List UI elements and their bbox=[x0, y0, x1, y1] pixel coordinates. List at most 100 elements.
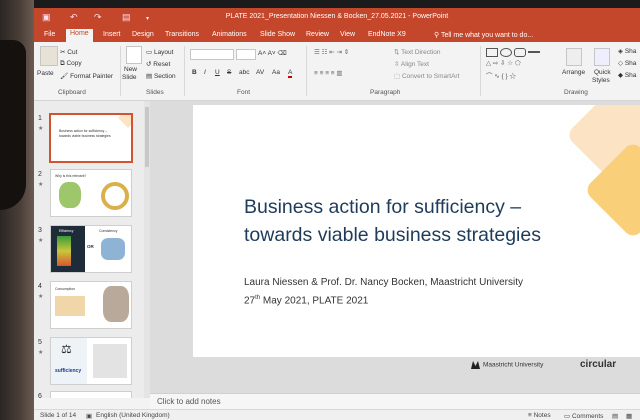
shape-fill-label: Sha bbox=[624, 48, 637, 55]
shape-outline-label: Sha bbox=[624, 60, 637, 67]
slide-authors[interactable]: Laura Niessen & Prof. Dr. Nancy Bocken, … bbox=[244, 277, 523, 288]
slide-thumbnails-pane: 1 ★ Business action for sufficiency – to… bbox=[34, 101, 144, 398]
arrange-icon[interactable] bbox=[566, 48, 582, 66]
slide-thumbnail-2[interactable]: Why is this relevant? bbox=[50, 169, 132, 217]
ribbon-tabs: File Home Insert Design Transitions Anim… bbox=[34, 28, 640, 42]
font-name-input[interactable] bbox=[190, 49, 234, 60]
cut-button[interactable]: ✂ Cut bbox=[60, 48, 77, 56]
paste-button[interactable]: Paste bbox=[37, 70, 54, 77]
scrollbar-thumb[interactable] bbox=[145, 107, 149, 167]
paste-icon[interactable] bbox=[40, 46, 58, 66]
font-size-input[interactable] bbox=[236, 49, 256, 60]
comments-toggle[interactable]: ▭ Comments bbox=[564, 412, 603, 420]
thumb-deco bbox=[118, 115, 131, 128]
sorter-view-icon[interactable]: ▦ bbox=[626, 412, 632, 420]
divider bbox=[120, 46, 121, 96]
font-color-button[interactable]: A bbox=[288, 69, 293, 78]
format-painter-button[interactable]: 🖌 Format Painter bbox=[60, 72, 113, 80]
align-text-button[interactable]: ⇳ Align Text bbox=[394, 60, 429, 68]
tab-slide-show[interactable]: Slide Show bbox=[256, 30, 299, 39]
quick-styles-button[interactable]: Quick bbox=[594, 69, 611, 76]
layout-label: Layout bbox=[153, 49, 174, 56]
slide-thumbnail-1[interactable]: Business action for sufficiency – toward… bbox=[49, 113, 133, 163]
underline-button[interactable]: U bbox=[215, 69, 220, 76]
notes-pane[interactable]: Click to add notes bbox=[150, 393, 640, 410]
tab-transitions[interactable]: Transitions bbox=[161, 30, 203, 39]
section-button[interactable]: ▤ Section bbox=[146, 72, 176, 80]
group-clipboard: Clipboard bbox=[58, 89, 86, 96]
thumb-text: Consumption bbox=[55, 287, 75, 291]
shape-line-icon[interactable] bbox=[528, 51, 540, 53]
arrange-button[interactable]: Arrange bbox=[562, 69, 585, 76]
quick-styles-button-2[interactable]: Styles bbox=[592, 77, 610, 84]
thumb-number: 4 bbox=[38, 283, 42, 290]
slide-thumbnail-3[interactable]: Efficiency OR Consistency bbox=[50, 225, 132, 273]
tab-design[interactable]: Design bbox=[128, 30, 158, 39]
slide-date[interactable]: 27th May 2021, PLATE 2021 bbox=[244, 295, 368, 306]
slide-title-line-2: towards viable business strategies bbox=[244, 224, 541, 246]
shape-rectangle-icon[interactable] bbox=[486, 48, 498, 57]
tell-me-search[interactable]: ⚲ Tell me what you want to do... bbox=[434, 31, 533, 39]
tab-view[interactable]: View bbox=[336, 30, 359, 39]
quick-styles-icon[interactable] bbox=[594, 48, 610, 66]
tell-me-label: Tell me what you want to do... bbox=[440, 32, 534, 39]
italic-button[interactable]: I bbox=[204, 69, 206, 76]
thumb-text: Consistency bbox=[99, 229, 118, 233]
slide-thumbnail-4[interactable]: Consumption bbox=[50, 281, 132, 329]
text-direction-button[interactable]: ⇅ Text Direction bbox=[394, 48, 441, 56]
bold-button[interactable]: B bbox=[192, 69, 197, 76]
group-font: Font bbox=[237, 89, 251, 96]
reset-button[interactable]: ↺ Reset bbox=[146, 60, 170, 68]
change-case-button[interactable]: Aa bbox=[272, 69, 280, 76]
new-slide-icon[interactable] bbox=[126, 46, 142, 64]
strikethrough-button[interactable]: S bbox=[227, 69, 231, 76]
shape-oval-icon[interactable] bbox=[500, 48, 512, 57]
grow-font-button[interactable]: A˄ A˅ ⌫ bbox=[258, 49, 287, 57]
layout-button[interactable]: ▭ Layout bbox=[146, 48, 173, 56]
char-spacing-button[interactable]: AV bbox=[256, 69, 264, 76]
status-bar: Slide 1 of 14 ▣ English (United Kingdom)… bbox=[34, 409, 640, 420]
title-bar: ▣ ↶ ↷ ▤ ▾ PLATE 2021_Presentation Niesse… bbox=[34, 8, 640, 28]
thumb-image bbox=[55, 296, 85, 316]
shape-effects-button[interactable]: ◆ Sha bbox=[618, 71, 636, 79]
notes-toggle[interactable]: ≡ Notes bbox=[528, 412, 551, 419]
tab-home[interactable]: Home bbox=[66, 29, 93, 42]
language-indicator[interactable]: English (United Kingdom) bbox=[96, 412, 170, 419]
shape-outline-button[interactable]: ◇ Sha bbox=[618, 59, 636, 67]
star-icon: ★ bbox=[38, 238, 44, 244]
slide-title[interactable]: Business action for sufficiency – toward… bbox=[244, 193, 541, 249]
tab-insert[interactable]: Insert bbox=[99, 30, 125, 39]
tab-animations[interactable]: Animations bbox=[208, 30, 251, 39]
new-slide-button[interactable]: New bbox=[124, 66, 137, 73]
new-slide-button-2[interactable]: Slide bbox=[122, 74, 136, 81]
align-buttons[interactable]: ≡ ≡ ≡ ≡ ▥ bbox=[314, 69, 343, 77]
slide-canvas[interactable]: Business action for sufficiency – toward… bbox=[193, 105, 640, 357]
shape-effects-label: Sha bbox=[624, 72, 637, 79]
thumb-number: 3 bbox=[38, 227, 42, 234]
bullets-button[interactable]: ☰ ☷ ⇤ ⇥ ⇕ bbox=[314, 48, 349, 56]
maastricht-logo: Maastricht University bbox=[471, 361, 543, 369]
comments-label: Comments bbox=[571, 413, 604, 420]
shape-arrows-icon[interactable]: △ ⇨ ⇩ ☆ ⬠ bbox=[486, 59, 521, 67]
spell-check-icon[interactable]: ▣ bbox=[86, 412, 92, 420]
divider bbox=[480, 46, 481, 96]
slide-thumbnail-5[interactable]: ⚖ sufficiency bbox=[50, 337, 132, 385]
shape-fill-button[interactable]: ◈ Sha bbox=[618, 47, 636, 55]
star-icon: ★ bbox=[38, 294, 44, 300]
thumb-text: Efficiency bbox=[59, 229, 74, 233]
tab-endnote[interactable]: EndNote X9 bbox=[364, 30, 410, 39]
tab-file[interactable]: File bbox=[40, 30, 59, 39]
shape-misc-icon[interactable]: ⌒ ∿ { } ☆ bbox=[486, 70, 516, 80]
slide-thumbnail-6[interactable] bbox=[50, 391, 132, 398]
date-rest: May 2021, PLATE 2021 bbox=[260, 295, 369, 307]
maastricht-logo-text: Maastricht University bbox=[483, 361, 544, 369]
thumb-number: 2 bbox=[38, 171, 42, 178]
copy-button[interactable]: ⧉ Copy bbox=[60, 60, 82, 68]
shape-rounded-rect-icon[interactable] bbox=[514, 48, 526, 57]
normal-view-icon[interactable]: ▤ bbox=[612, 412, 618, 420]
shadow-button[interactable]: abc bbox=[239, 69, 249, 76]
thumb-text: Business action for sufficiency – bbox=[59, 129, 108, 133]
tab-review[interactable]: Review bbox=[302, 30, 333, 39]
convert-smartart-button[interactable]: ⬚ Convert to SmartArt bbox=[394, 72, 459, 80]
align-text-label: Align Text bbox=[400, 61, 429, 68]
